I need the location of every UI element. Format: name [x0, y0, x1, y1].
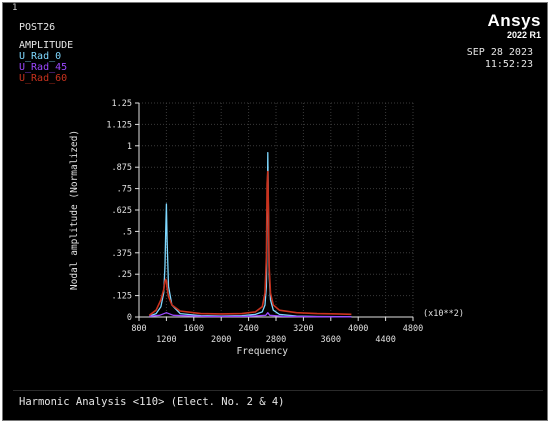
x-multiplier-label: (x10**2) — [423, 309, 464, 319]
footer-divider — [13, 390, 543, 391]
x-tick-label: 2400 — [238, 324, 258, 334]
x-axis-title: Frequency — [237, 346, 289, 357]
plot-window: 1 POST26 AMPLITUDE U_Rad_0 U_Rad_45 U_Ra… — [2, 2, 548, 421]
y-tick-label: 1.125 — [106, 120, 132, 130]
analysis-caption: Harmonic Analysis <110> (Elect. No. 2 & … — [19, 396, 285, 408]
harmonic-response-chart: 0 .125 .25 .375 .5 .625 .75 .875 1 1.125 1.25 800 16… — [69, 99, 464, 357]
series-group — [148, 151, 352, 318]
y-tick-label: .625 — [112, 206, 132, 216]
y-tick-label: .875 — [112, 163, 132, 173]
x-tick-label: 800 — [131, 324, 146, 334]
series-line-u-rad-0 — [149, 151, 352, 318]
y-axis-title: Nodal amplitude (Normalized) — [69, 130, 80, 290]
axes — [135, 102, 414, 321]
x-tick-label: 1200 — [156, 335, 176, 345]
x-tick-label: 4000 — [348, 324, 368, 334]
x-tick-label: 2000 — [211, 335, 231, 345]
x-tick-label: 4800 — [403, 324, 423, 334]
y-tick-label: .75 — [117, 185, 132, 195]
y-tick-label: 1 — [127, 142, 132, 152]
series-line-u-rad-60 — [148, 170, 352, 316]
x-tick-label: 2800 — [266, 335, 286, 345]
x-tick-label: 3200 — [293, 324, 313, 334]
y-tick-label: .375 — [112, 249, 132, 259]
x-tick-label: 4400 — [375, 335, 395, 345]
y-tick-label: 0 — [127, 313, 132, 323]
y-tick-label: .125 — [112, 292, 132, 302]
x-tick-label: 1600 — [184, 324, 204, 334]
x-tick-label: 3600 — [321, 335, 341, 345]
y-tick-label: .25 — [117, 270, 132, 280]
y-tick-label: .5 — [122, 227, 132, 237]
grid — [138, 102, 414, 318]
y-tick-label: 1.25 — [112, 99, 132, 109]
